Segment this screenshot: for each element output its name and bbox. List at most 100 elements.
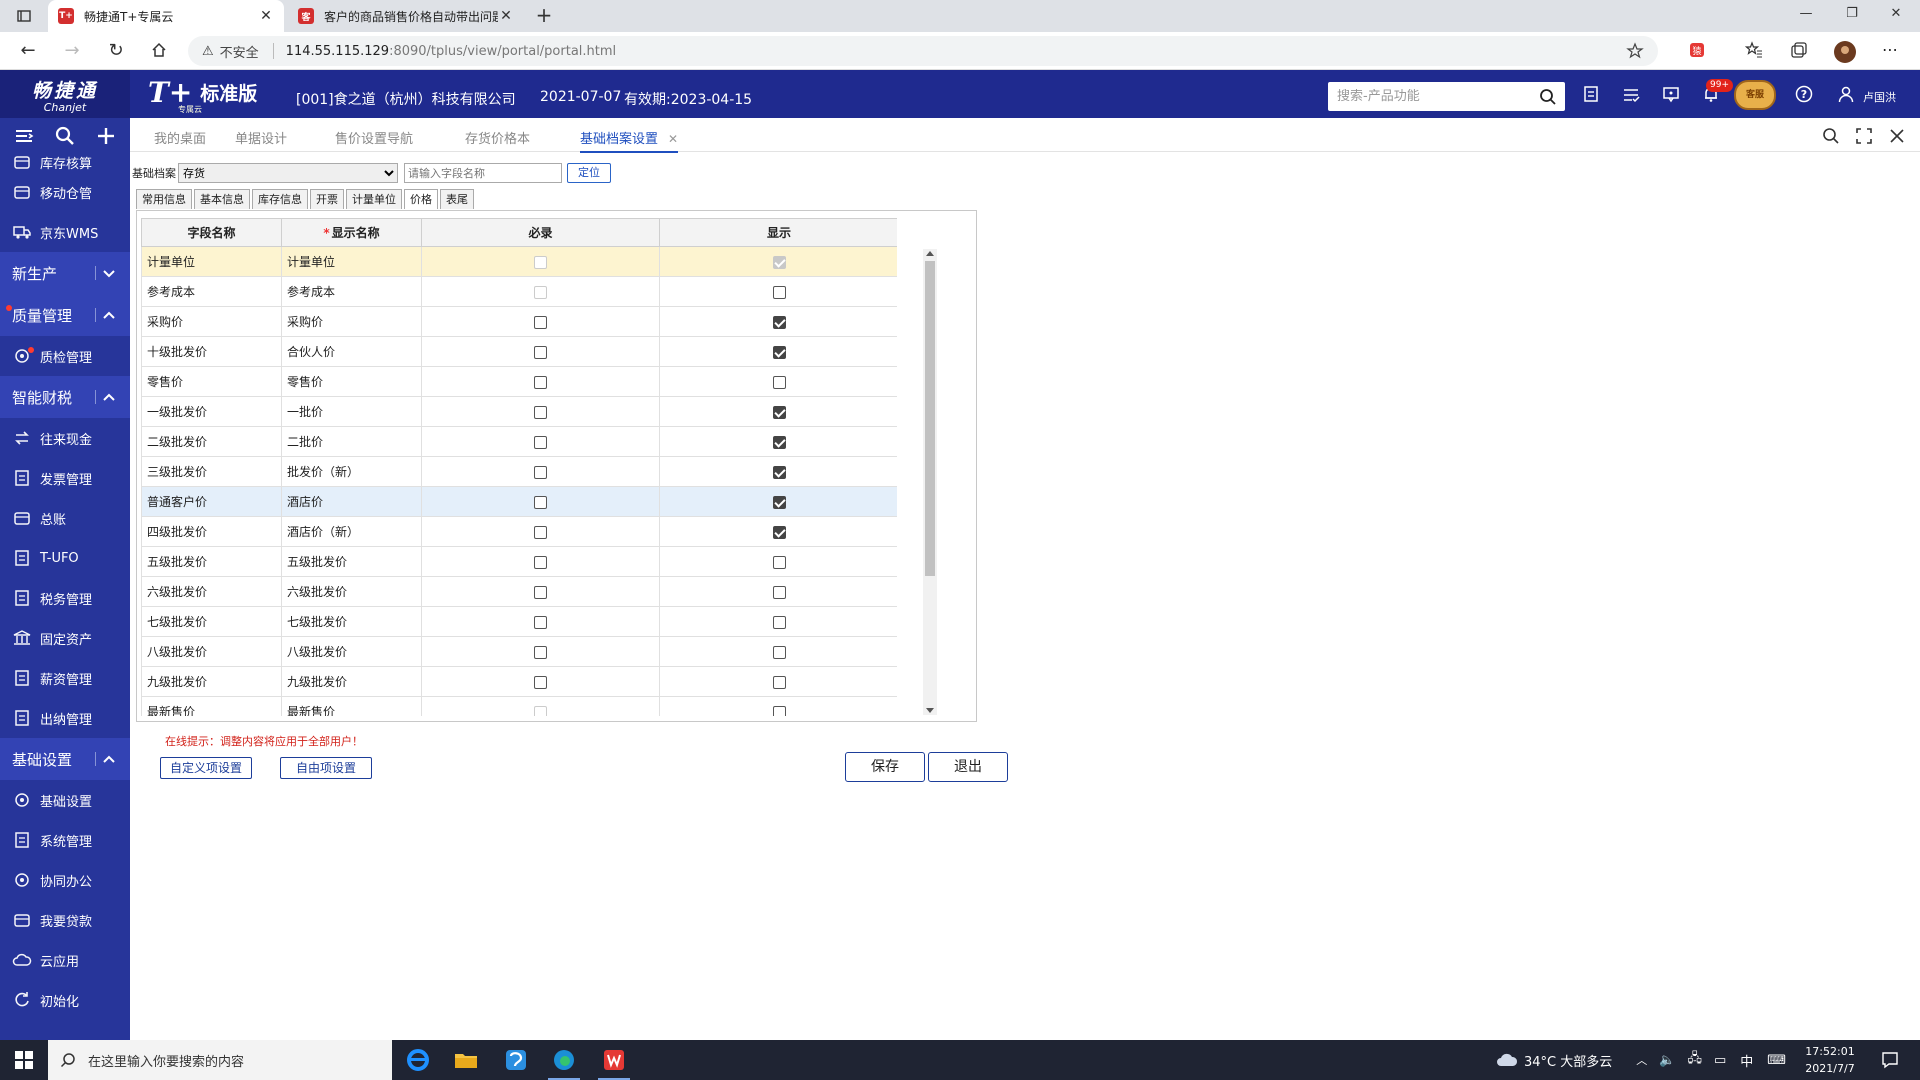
display-name-cell[interactable]: 合伙人价 [281,336,422,367]
display-name-cell[interactable]: 七级批发价 [281,606,422,637]
network-icon[interactable]: 🖧 [1687,1049,1702,1071]
close-tab-icon[interactable]: ✕ [258,8,274,24]
url-field[interactable]: ⚠ 不安全 114.55.115.129:8090/tplus/view/por… [188,36,1658,66]
tab-doc-design[interactable]: 单据设计 [235,128,287,147]
collections-icon[interactable] [1790,41,1810,61]
sidebar-item[interactable]: 发票管理 [0,458,130,498]
table-row[interactable]: 参考成本 参考成本 [141,276,897,307]
ime-indicator[interactable]: 中 [1740,1051,1753,1070]
show-checkbox[interactable] [772,435,786,449]
show-checkbox[interactable] [772,285,786,299]
display-name-cell[interactable]: 五级批发价 [281,546,422,577]
sidebar-item[interactable]: 京东WMS [0,212,130,252]
sidebar-group[interactable]: 基础设置 [0,738,130,780]
sidebar-item[interactable]: 我要贷款 [0,900,130,940]
favorite-add-icon[interactable] [1626,42,1644,60]
close-window-icon[interactable]: ✕ [1886,6,1906,26]
show-checkbox[interactable] [772,495,786,509]
tab-basic-archive[interactable]: 基础档案设置 ✕ [580,128,679,153]
required-checkbox[interactable] [534,405,547,419]
subtab[interactable]: 开票 [310,189,344,209]
user-icon[interactable] [1837,85,1857,105]
subtab[interactable]: 常用信息 [136,189,192,209]
required-checkbox[interactable] [534,615,547,629]
sidebar-item[interactable]: 协同办公 [0,860,130,900]
display-name-cell[interactable]: 最新售价 [281,696,422,716]
required-checkbox[interactable] [534,555,547,569]
sidebar-item[interactable]: 税务管理 [0,578,130,618]
document-icon[interactable] [1582,85,1602,105]
windows-start-icon[interactable] [14,1050,34,1070]
required-checkbox[interactable] [534,435,547,449]
sidebar-item[interactable]: 云应用 [0,940,130,980]
subtab[interactable]: 计量单位 [346,189,402,209]
sidebar-item[interactable]: 初始化 [0,980,130,1020]
sidebar-item[interactable]: 系统管理 [0,820,130,860]
required-checkbox[interactable] [534,375,547,389]
scroll-up-icon[interactable] [926,251,934,256]
table-row[interactable]: 三级批发价 批发价（新） [141,456,897,487]
sidebar-item[interactable]: 基础设置 [0,780,130,820]
show-checkbox[interactable] [772,525,786,539]
subtab[interactable]: 表尾 [440,189,474,209]
help-icon[interactable]: ? [1795,85,1815,105]
tab-price-book[interactable]: 存货价格本 [465,128,530,147]
show-checkbox[interactable] [772,675,786,689]
locate-button[interactable]: 定位 [567,163,611,183]
sidebar-item[interactable]: 质检管理 [0,336,130,376]
collapse-menu-icon[interactable] [13,125,35,147]
subtab[interactable]: 基本信息 [194,189,250,209]
sidebar-item[interactable]: T-UFO [0,538,130,578]
brand-logo[interactable]: 畅捷通 Chanjet [0,70,130,118]
table-row[interactable]: 二级批发价 二批价 [141,426,897,457]
ie-browser-icon[interactable] [398,1044,438,1076]
customer-service-icon[interactable]: 客服 [1734,80,1776,110]
display-name-cell[interactable]: 参考成本 [281,276,422,307]
volume-icon[interactable]: 🔈 [1659,1053,1675,1068]
display-name-cell[interactable]: 计量单位 [281,246,422,277]
chevron-down-icon[interactable] [102,266,116,280]
extension-icon[interactable]: 猿 [1688,41,1708,61]
company-name[interactable]: [001]食之道（杭州）科技有限公司 [296,89,516,109]
free-item-settings-button[interactable]: 自由项设置 [280,757,372,779]
show-checkbox[interactable] [772,645,786,659]
table-row[interactable]: 八级批发价 八级批发价 [141,636,897,667]
edge-browser-icon[interactable] [544,1044,584,1080]
grid-scrollbar[interactable] [923,249,937,715]
table-row[interactable]: 五级批发价 五级批发价 [141,546,897,577]
show-checkbox[interactable] [772,555,786,569]
scroll-down-icon[interactable] [926,708,934,713]
chevron-up-icon[interactable] [102,308,116,322]
col-required[interactable]: 必录 [421,218,660,247]
table-row[interactable]: 计量单位 计量单位 [141,246,897,277]
show-checkbox[interactable] [772,615,786,629]
required-checkbox[interactable] [534,645,547,659]
sidebar-item[interactable]: 往来现金 [0,418,130,458]
field-name-input[interactable] [404,163,562,183]
new-tab-icon[interactable]: + [534,5,554,26]
chevron-up-icon[interactable] [102,752,116,766]
file-explorer-icon[interactable] [446,1044,486,1076]
more-icon[interactable]: ⋯ [1882,41,1902,61]
subtab[interactable]: 库存信息 [252,189,308,209]
taskbar-search[interactable]: 在这里输入你要搜索的内容 [48,1040,392,1080]
search-menu-icon[interactable] [54,125,76,147]
weather-cloud-icon[interactable] [1496,1052,1518,1068]
required-checkbox[interactable] [534,315,547,329]
task-list-icon[interactable] [1622,85,1642,105]
message-icon[interactable] [1662,85,1682,105]
table-row[interactable]: 六级批发价 六级批发价 [141,576,897,607]
close-tab-icon[interactable]: ✕ [498,8,514,24]
show-checkbox[interactable] [772,375,786,389]
username[interactable]: 卢国洪 [1863,89,1896,105]
table-row[interactable]: 采购价 采购价 [141,306,897,337]
home-icon[interactable] [150,41,170,61]
search-icon[interactable] [1539,88,1561,106]
sidebar-item[interactable]: 固定资产 [0,618,130,658]
add-menu-icon[interactable] [95,125,117,147]
keyboard-icon[interactable]: ⌨ [1767,1053,1786,1068]
required-checkbox[interactable] [534,465,547,479]
col-display-name[interactable]: * 显示名称 [281,218,422,247]
favorites-icon[interactable] [1745,41,1765,61]
archive-select[interactable]: 存货 [178,163,398,183]
